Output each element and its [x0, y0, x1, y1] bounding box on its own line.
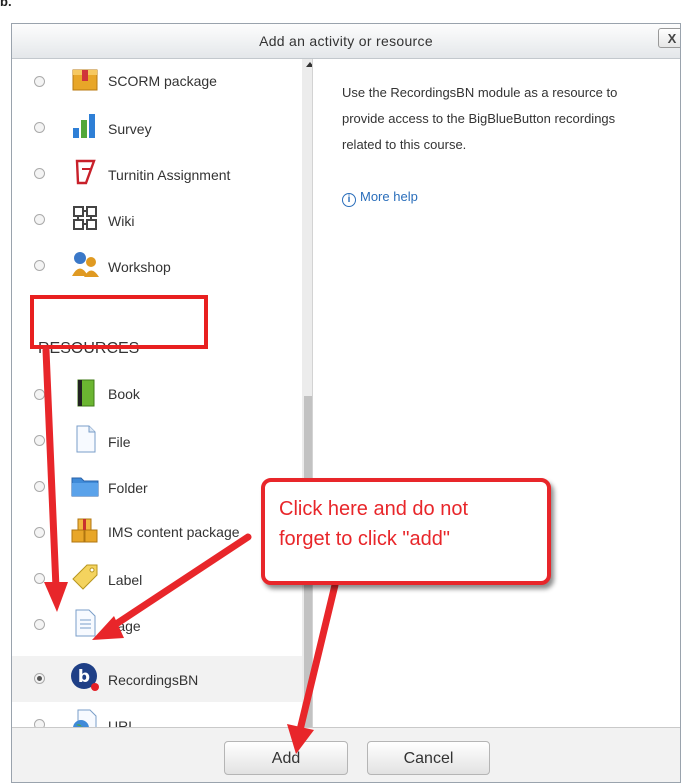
instruction-callout: Click here and do not forget to click "a…: [261, 478, 551, 585]
arrow-down-left: [42, 346, 60, 592]
arrow-to-recordingsbn: [106, 533, 252, 632]
arrow-to-add: [296, 581, 339, 734]
annotation-arrows: [42, 346, 339, 754]
arrow-head: [44, 582, 68, 612]
arrow-head: [287, 724, 314, 754]
callout-line: forget to click "add": [279, 528, 450, 550]
callout-line: Click here and do not: [279, 498, 469, 520]
callout-text: Click here and do not forget to click "a…: [279, 494, 539, 554]
